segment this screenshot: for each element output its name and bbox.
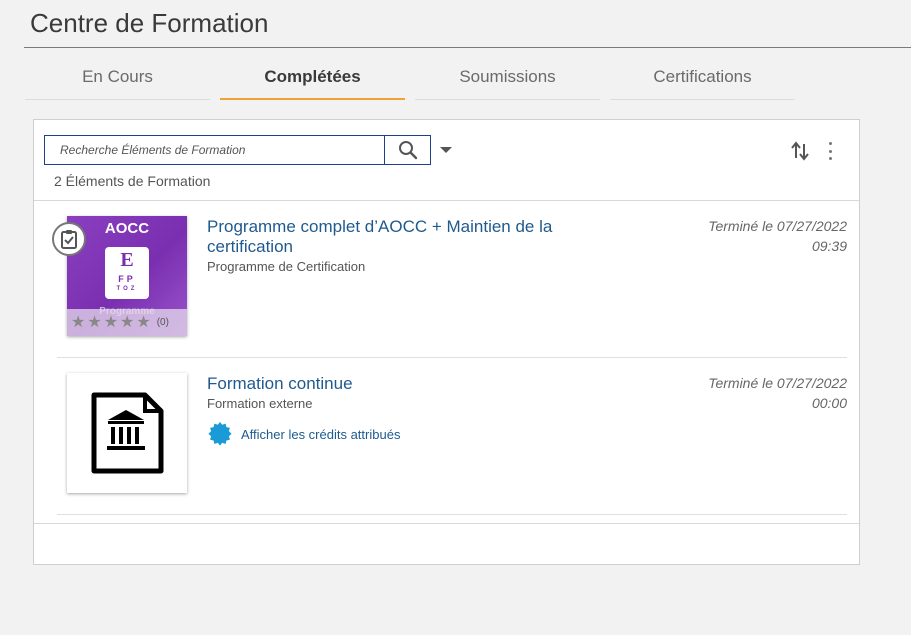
item-divider [57,357,847,358]
eye-chart-icon: E FP TOZ [105,247,149,299]
institution-document-icon [91,392,164,474]
more-options-button[interactable] [826,142,834,160]
star-icon: ★ [120,313,135,331]
results-count: 2 Éléments de Formation [54,173,211,189]
sort-icon [791,141,809,161]
completed-label: Terminé le 07/27/2022 [708,218,847,234]
view-credits-link[interactable]: Afficher les crédits attribués [207,421,400,447]
search-button[interactable] [384,135,431,165]
tab-en-cours[interactable]: En Cours [25,58,210,100]
item-completed-date: Terminé le 07/27/2022 09:39 [647,216,847,256]
seal-badge-icon [208,422,232,446]
search-icon [398,141,417,160]
header-divider [34,200,859,201]
rating-count: (0) [156,317,169,328]
item-type: Programme de Certification [207,259,366,274]
completed-time: 00:00 [811,395,847,411]
sort-button[interactable] [791,141,809,161]
eye-chart-line-3: TOZ [116,286,138,292]
star-icon: ★ [103,313,119,331]
results-panel: 2 Éléments de Formation AOCC E FP TOZ Pr… [33,119,860,565]
item-title-link[interactable]: Programme complet d’AOCC + Maintien de l… [207,217,587,257]
list-item: Formation continue Formation externe Ter… [57,373,847,513]
search-input[interactable] [45,136,385,164]
item-completed-date: Terminé le 07/27/2022 00:00 [647,373,847,413]
search-box [44,135,385,165]
completed-time: 09:39 [811,238,847,254]
completed-badge [52,222,86,256]
item-title-link[interactable]: Formation continue [207,374,587,394]
rating-bar: ★ ★ ★ ★ ★ (0) [67,309,187,336]
tab-certifications[interactable]: Certifications [610,58,795,100]
item-type: Formation externe [207,396,313,411]
view-credits-label: Afficher les crédits attribués [241,426,401,442]
star-icon: ★ [71,313,86,331]
star-icon: ★ [87,313,102,331]
tab-soumissions[interactable]: Soumissions [415,58,600,100]
more-vertical-icon [828,142,832,145]
clipboard-check-icon [61,230,77,249]
eye-chart-line-1: E [120,249,134,271]
page-title: Centre de Formation [30,8,269,38]
item-thumbnail[interactable] [67,373,187,493]
list-item: AOCC E FP TOZ Programme ★ ★ ★ ★ ★ (0) Pr… [52,216,847,356]
tab-bar: En Cours Complétées Soumissions Certific… [25,58,795,100]
search-filter-dropdown[interactable] [440,147,452,153]
item-divider [57,514,847,515]
eye-chart-line-2: FP [118,274,136,284]
completed-label: Terminé le 07/27/2022 [708,375,847,391]
list-bottom-divider [34,523,859,524]
title-divider [24,47,911,48]
tab-completees[interactable]: Complétées [220,58,405,100]
star-icon: ★ [136,313,151,331]
